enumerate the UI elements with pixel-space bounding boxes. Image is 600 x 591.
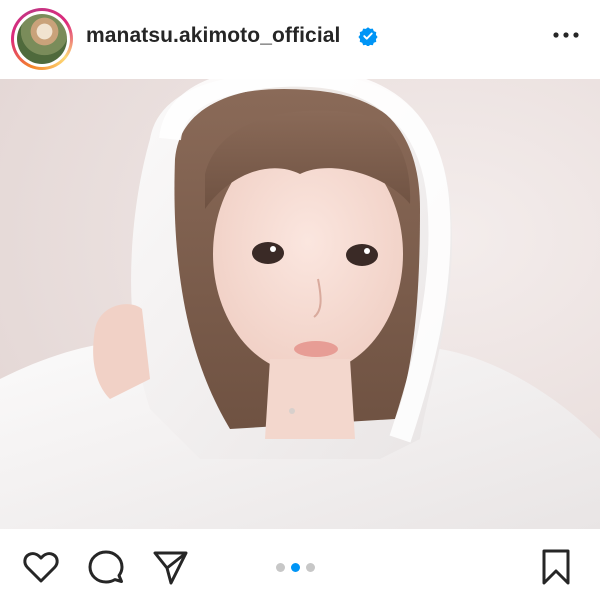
- carousel-dot: [276, 563, 285, 572]
- avatar[interactable]: [11, 8, 73, 70]
- carousel-indicator: [276, 563, 315, 572]
- heart-icon[interactable]: [21, 547, 61, 587]
- verified-badge-icon: [358, 27, 378, 46]
- carousel-dot-active: [291, 563, 300, 572]
- action-bar: [0, 529, 600, 591]
- carousel-dot: [306, 563, 315, 572]
- post-image: [0, 79, 600, 529]
- post-photo[interactable]: [0, 79, 600, 529]
- send-icon[interactable]: [150, 547, 190, 587]
- avatar-image: [17, 14, 67, 64]
- bookmark-icon[interactable]: [536, 547, 576, 587]
- comment-icon[interactable]: [86, 547, 126, 587]
- more-options-icon[interactable]: [552, 28, 580, 42]
- username-link[interactable]: manatsu.akimoto_official: [86, 24, 340, 48]
- post-header: manatsu.akimoto_official: [0, 0, 600, 78]
